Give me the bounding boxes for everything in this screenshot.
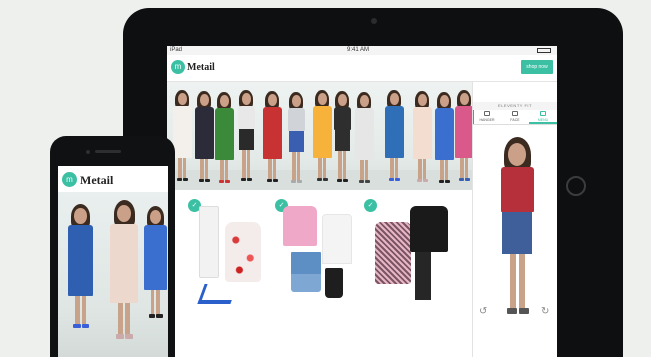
- app-header: m Metail shop now: [167, 55, 557, 82]
- metail-logo-icon: m: [62, 172, 77, 187]
- tab-face[interactable]: FACE: [501, 110, 529, 124]
- avatar-panel[interactable]: ↺ ↻: [473, 125, 557, 357]
- panel-tabs: HANGER FACE MENU: [473, 110, 557, 125]
- phone-speaker: [95, 150, 121, 153]
- product-outfits: ✓ ✓ ✓: [167, 192, 472, 334]
- status-time: 9:41 AM: [347, 47, 370, 53]
- patterned-dress-image: [375, 222, 411, 284]
- white-blazer-image: [199, 206, 219, 278]
- status-bar: iPad 9:41 AM: [167, 46, 557, 55]
- status-carrier: iPad: [170, 47, 183, 53]
- rotate-left-icon[interactable]: ↺: [479, 307, 487, 317]
- tab-menu[interactable]: MENU: [529, 110, 557, 124]
- pink-jacket-image: [283, 206, 317, 246]
- home-button[interactable]: [566, 176, 586, 196]
- denim-skirt-image: [291, 252, 321, 292]
- battery-icon: [537, 48, 551, 53]
- floral-dress-image: [225, 222, 261, 282]
- metail-logo-icon: m: [171, 60, 185, 74]
- tab-label: MENU: [537, 118, 549, 122]
- leather-jacket-image: [410, 206, 448, 252]
- model-catwalk[interactable]: [167, 82, 474, 190]
- add-outfit-badge[interactable]: ✓: [364, 199, 377, 212]
- panel-title: ELEVENTY FIT: [473, 102, 557, 110]
- phone-app-header: m Metail: [58, 166, 168, 192]
- menu-icon: [540, 111, 546, 116]
- phone-logo-text: Metail: [80, 173, 114, 187]
- rotate-right-icon[interactable]: ↻: [541, 307, 549, 317]
- app-logo-text: Metail: [187, 62, 215, 73]
- white-camisole-image: [322, 214, 352, 264]
- header-button[interactable]: shop now: [521, 60, 553, 74]
- hanger-icon: [484, 111, 490, 116]
- face-icon: [512, 111, 518, 116]
- phone-screen: m Metail: [58, 166, 168, 357]
- phone-camera: [86, 150, 90, 154]
- tablet-screen: iPad 9:41 AM m Metail shop now ✓ ✓ ✓ ELE…: [167, 46, 557, 357]
- black-boots-image: [325, 268, 343, 298]
- tablet-camera: [371, 18, 377, 24]
- tab-label: HANGER: [479, 118, 495, 122]
- tab-hanger[interactable]: HANGER: [473, 110, 501, 124]
- phone-model-view[interactable]: [58, 192, 168, 357]
- tab-label: FACE: [510, 118, 520, 122]
- black-trousers-image: [415, 252, 431, 300]
- blue-heels-image: [197, 284, 238, 304]
